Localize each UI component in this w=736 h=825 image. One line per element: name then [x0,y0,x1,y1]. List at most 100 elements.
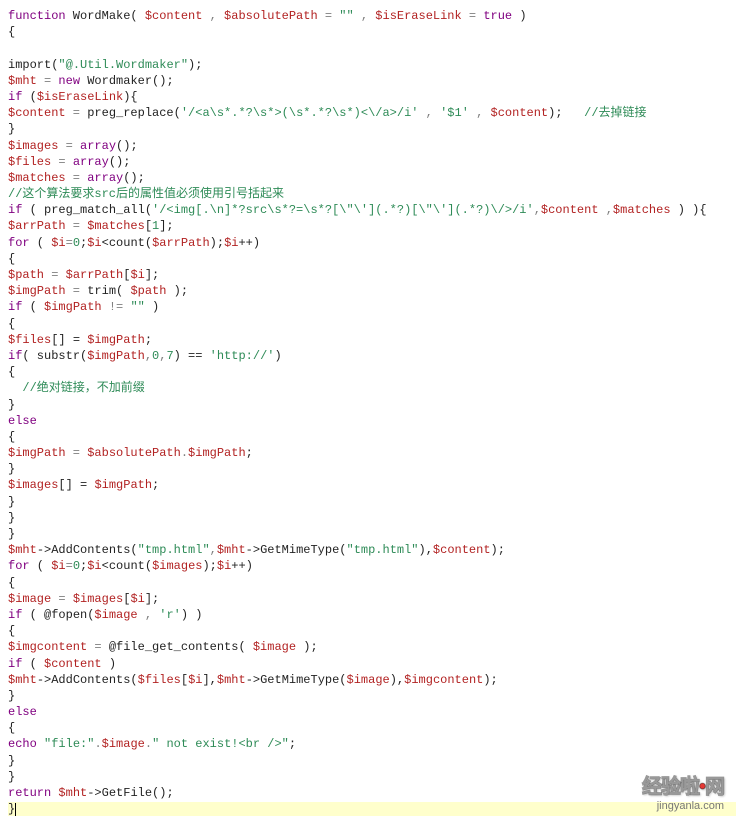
paren: ); [166,284,188,298]
op: , [202,9,224,23]
var: $imgPath [188,446,246,460]
op: <count( [102,559,152,573]
fn-call: @file_get_contents( [109,640,253,654]
cursor-line[interactable]: } [8,802,736,816]
var: $content [44,657,102,671]
var: $images [73,592,123,606]
string: 'http://' [210,349,275,363]
paren: ) [145,300,159,314]
keyword-new: new [58,74,80,88]
paren: ( [30,236,52,250]
brace: { [8,430,15,444]
paren: (); [123,171,145,185]
keyword-array: array [73,155,109,169]
var: $i [224,236,238,250]
string: "file:" [44,737,94,751]
keyword-function: function [8,9,66,23]
paren: ); [548,106,584,120]
op: . [94,737,101,751]
var: $image [253,640,296,654]
method: ->GetMimeType( [246,543,347,557]
bracket: [ [181,673,188,687]
var: $matches [613,203,671,217]
var: $files [8,333,51,347]
var: $i [130,268,144,282]
var: $image [347,673,390,687]
op: = [37,74,59,88]
var: $mht [217,673,246,687]
paren: ( [22,300,44,314]
semi: ; [289,737,296,751]
op: ++) [231,559,253,573]
string: " not exist!<br />" [152,737,289,751]
var: $images [152,559,202,573]
var: $content [491,106,549,120]
string: "tmp.html" [138,543,210,557]
bracket: [ [145,219,152,233]
var: $imgPath [94,478,152,492]
op: = [66,559,73,573]
op: , [210,543,217,557]
var: $mht [58,786,87,800]
fn-call: trim( [87,284,130,298]
var: $content [541,203,599,217]
brace: } [8,802,15,816]
method: ->GetMimeType( [246,673,347,687]
paren: ( [22,90,36,104]
ctor: Wordmaker(); [80,74,174,88]
fn-call: ( @fopen( [22,608,94,622]
var: $imgcontent [404,673,483,687]
comment: //去掉链接 [584,106,646,120]
brace: { [8,576,15,590]
keyword-else: else [8,705,37,719]
brace: { [8,252,15,266]
paren: ), [419,543,433,557]
var: $i [217,559,231,573]
method: ->GetFile(); [87,786,173,800]
var: $image [102,737,145,751]
string: '/<img[.\n]*?src\s*?=\s*?[\"\'](.*?)[\"\… [152,203,534,217]
op: = [66,219,88,233]
op: = [58,139,80,153]
semi: ; [152,478,159,492]
var: $content [145,9,203,23]
var: $image [94,608,137,622]
keyword-if: if [8,349,22,363]
op: ++) [238,236,260,250]
var: $imgPath [8,284,66,298]
var: $content [8,106,66,120]
var: $absolutePath [224,9,318,23]
paren: ), [390,673,404,687]
var: $mht [8,673,37,687]
op: = [318,9,340,23]
paren: (); [116,139,138,153]
paren: ); [296,640,318,654]
var: $arrPath [66,268,124,282]
brace: ){ [123,90,137,104]
bracket: ], [202,673,216,687]
op: , [469,106,491,120]
op: , [354,9,376,23]
paren: ); [491,543,505,557]
string: "tmp.html" [347,543,419,557]
paren: ) ) [181,608,203,622]
paren: ); [483,673,497,687]
var: $isEraseLink [375,9,461,23]
brace: } [8,495,15,509]
fn-call: ( preg_match_all( [22,203,152,217]
brace: } [8,122,15,136]
op: != [102,300,131,314]
var: $files [138,673,181,687]
brace: } [8,527,15,541]
op: = [66,106,88,120]
keyword-array: array [87,171,123,185]
var: $images [8,478,58,492]
paren: ); [202,559,216,573]
string: "@.Util.Wordmaker" [58,58,188,72]
var: $imgPath [8,446,66,460]
op: = [462,9,484,23]
fn-call: preg_replace( [87,106,181,120]
code-editor: function WordMake( $content , $absoluteP… [8,8,728,817]
var: $imgcontent [8,640,87,654]
var: $isEraseLink [37,90,123,104]
